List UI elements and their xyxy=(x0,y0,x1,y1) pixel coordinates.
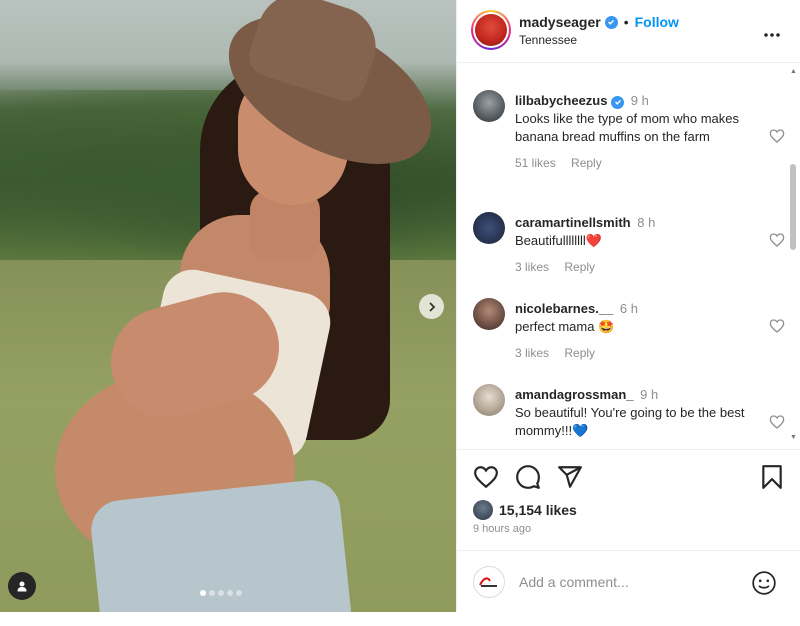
comment-like-heart-icon[interactable] xyxy=(769,128,785,144)
comments-scrollbar[interactable]: ▲ ▼ xyxy=(789,64,797,448)
comments-list[interactable]: lilbabycheezus 9 h Looks like the type o… xyxy=(457,64,800,448)
comment-time: 9 h xyxy=(640,387,659,402)
commenter-avatar[interactable] xyxy=(473,384,505,416)
comment-item: amandagrossman_ 9 h So beautiful! You're… xyxy=(473,384,785,448)
comment-text: Looks like the type of mom who makes ban… xyxy=(515,111,739,144)
send-icon[interactable] xyxy=(557,464,583,490)
scroll-up-arrow-icon[interactable]: ▲ xyxy=(790,68,797,75)
current-user-avatar xyxy=(473,566,505,598)
instagram-post-modal: madyseager • Follow Tennessee lilbabyche… xyxy=(0,0,800,626)
comment-text: perfect mama 🤩 xyxy=(515,319,615,334)
comment-body: lilbabycheezus 9 h Looks like the type o… xyxy=(515,92,755,172)
more-options-button[interactable] xyxy=(763,22,781,43)
comment-likes[interactable]: 3 likes xyxy=(515,260,549,274)
likes-summary[interactable]: 15,154 likes xyxy=(473,500,577,520)
more-horizontal-icon xyxy=(764,33,780,37)
comment-body: caramartinellsmith 8 h Beautifullllllll❤… xyxy=(515,214,755,276)
carousel-dot xyxy=(236,590,242,596)
heart-icon[interactable] xyxy=(473,464,499,490)
comment-likes[interactable]: 51 likes xyxy=(515,156,556,170)
comment-time: 9 h xyxy=(630,93,649,108)
comment-text: So beautiful! You're going to be the bes… xyxy=(515,405,745,438)
comment-text: Beautifullllllll❤️ xyxy=(515,233,602,248)
verified-badge-icon xyxy=(611,95,625,109)
comment-item: caramartinellsmith 8 h Beautifullllllll❤… xyxy=(473,212,785,282)
author-line: madyseager • Follow xyxy=(519,14,679,30)
comment-body: nicolebarnes.__ 6 h perfect mama 🤩 3 lik… xyxy=(515,300,755,362)
comment-like-heart-icon[interactable] xyxy=(769,318,785,334)
commenter-avatar[interactable] xyxy=(473,298,505,330)
carousel-dots xyxy=(200,590,242,596)
follow-button[interactable]: Follow xyxy=(635,14,679,30)
emoji-smile-icon[interactable] xyxy=(751,570,777,596)
comment-meta: 3 likes Reply xyxy=(515,258,755,276)
verified-badge-icon xyxy=(604,15,618,29)
add-comment-input[interactable] xyxy=(519,571,739,593)
post-header: madyseager • Follow Tennessee xyxy=(457,0,800,63)
separator-dot: • xyxy=(623,14,629,30)
reply-button[interactable]: Reply xyxy=(571,156,602,170)
user-icon xyxy=(17,581,27,592)
author-username[interactable]: madyseager xyxy=(519,14,601,30)
bookmark-icon[interactable] xyxy=(759,464,785,490)
comment-icon[interactable] xyxy=(515,464,541,490)
scroll-down-arrow-icon[interactable]: ▼ xyxy=(790,434,797,441)
comment-like-heart-icon[interactable] xyxy=(769,232,785,248)
chevron-right-icon xyxy=(428,301,435,312)
comment-time: 8 h xyxy=(637,215,656,230)
commenter-username[interactable]: amandagrossman_ xyxy=(515,387,634,402)
comment-likes[interactable]: 3 likes xyxy=(515,346,549,360)
comment-time: 6 h xyxy=(619,301,638,316)
commenter-avatar[interactable] xyxy=(473,90,505,122)
comment-body: amandagrossman_ 9 h So beautiful! You're… xyxy=(515,386,755,440)
scrollbar-thumb[interactable] xyxy=(790,164,796,250)
tagged-users-button[interactable] xyxy=(8,572,36,600)
commenter-username[interactable]: caramartinellsmith xyxy=(515,215,631,230)
comment-meta: 51 likes Reply xyxy=(515,154,755,172)
liker-avatar xyxy=(473,500,493,520)
post-actions: 15,154 likes 9 hours ago xyxy=(457,449,800,549)
reply-button[interactable]: Reply xyxy=(564,260,595,274)
post-location[interactable]: Tennessee xyxy=(519,33,577,47)
likes-count[interactable]: 15,154 likes xyxy=(499,502,577,518)
bottom-strip xyxy=(0,612,800,626)
post-side-panel: madyseager • Follow Tennessee lilbabyche… xyxy=(456,0,800,612)
commenter-username[interactable]: nicolebarnes.__ xyxy=(515,301,613,316)
carousel-dot xyxy=(227,590,233,596)
carousel-dot xyxy=(209,590,215,596)
comment-meta: 3 likes Reply xyxy=(515,344,755,362)
commenter-avatar[interactable] xyxy=(473,212,505,244)
comment-item: nicolebarnes.__ 6 h perfect mama 🤩 3 lik… xyxy=(473,298,785,368)
carousel-next-button[interactable] xyxy=(419,294,444,319)
commenter-username[interactable]: lilbabycheezus xyxy=(515,93,607,108)
comment-item: lilbabycheezus 9 h Looks like the type o… xyxy=(473,90,785,190)
comment-like-heart-icon[interactable] xyxy=(769,414,785,430)
post-time-ago[interactable]: 9 hours ago xyxy=(473,523,531,535)
reply-button[interactable]: Reply xyxy=(564,346,595,360)
add-comment-bar xyxy=(457,550,800,612)
profile-logo-icon xyxy=(479,577,497,587)
carousel-dot xyxy=(200,590,206,596)
post-photo[interactable] xyxy=(0,0,456,612)
carousel-dot xyxy=(218,590,224,596)
author-avatar[interactable] xyxy=(471,10,511,50)
